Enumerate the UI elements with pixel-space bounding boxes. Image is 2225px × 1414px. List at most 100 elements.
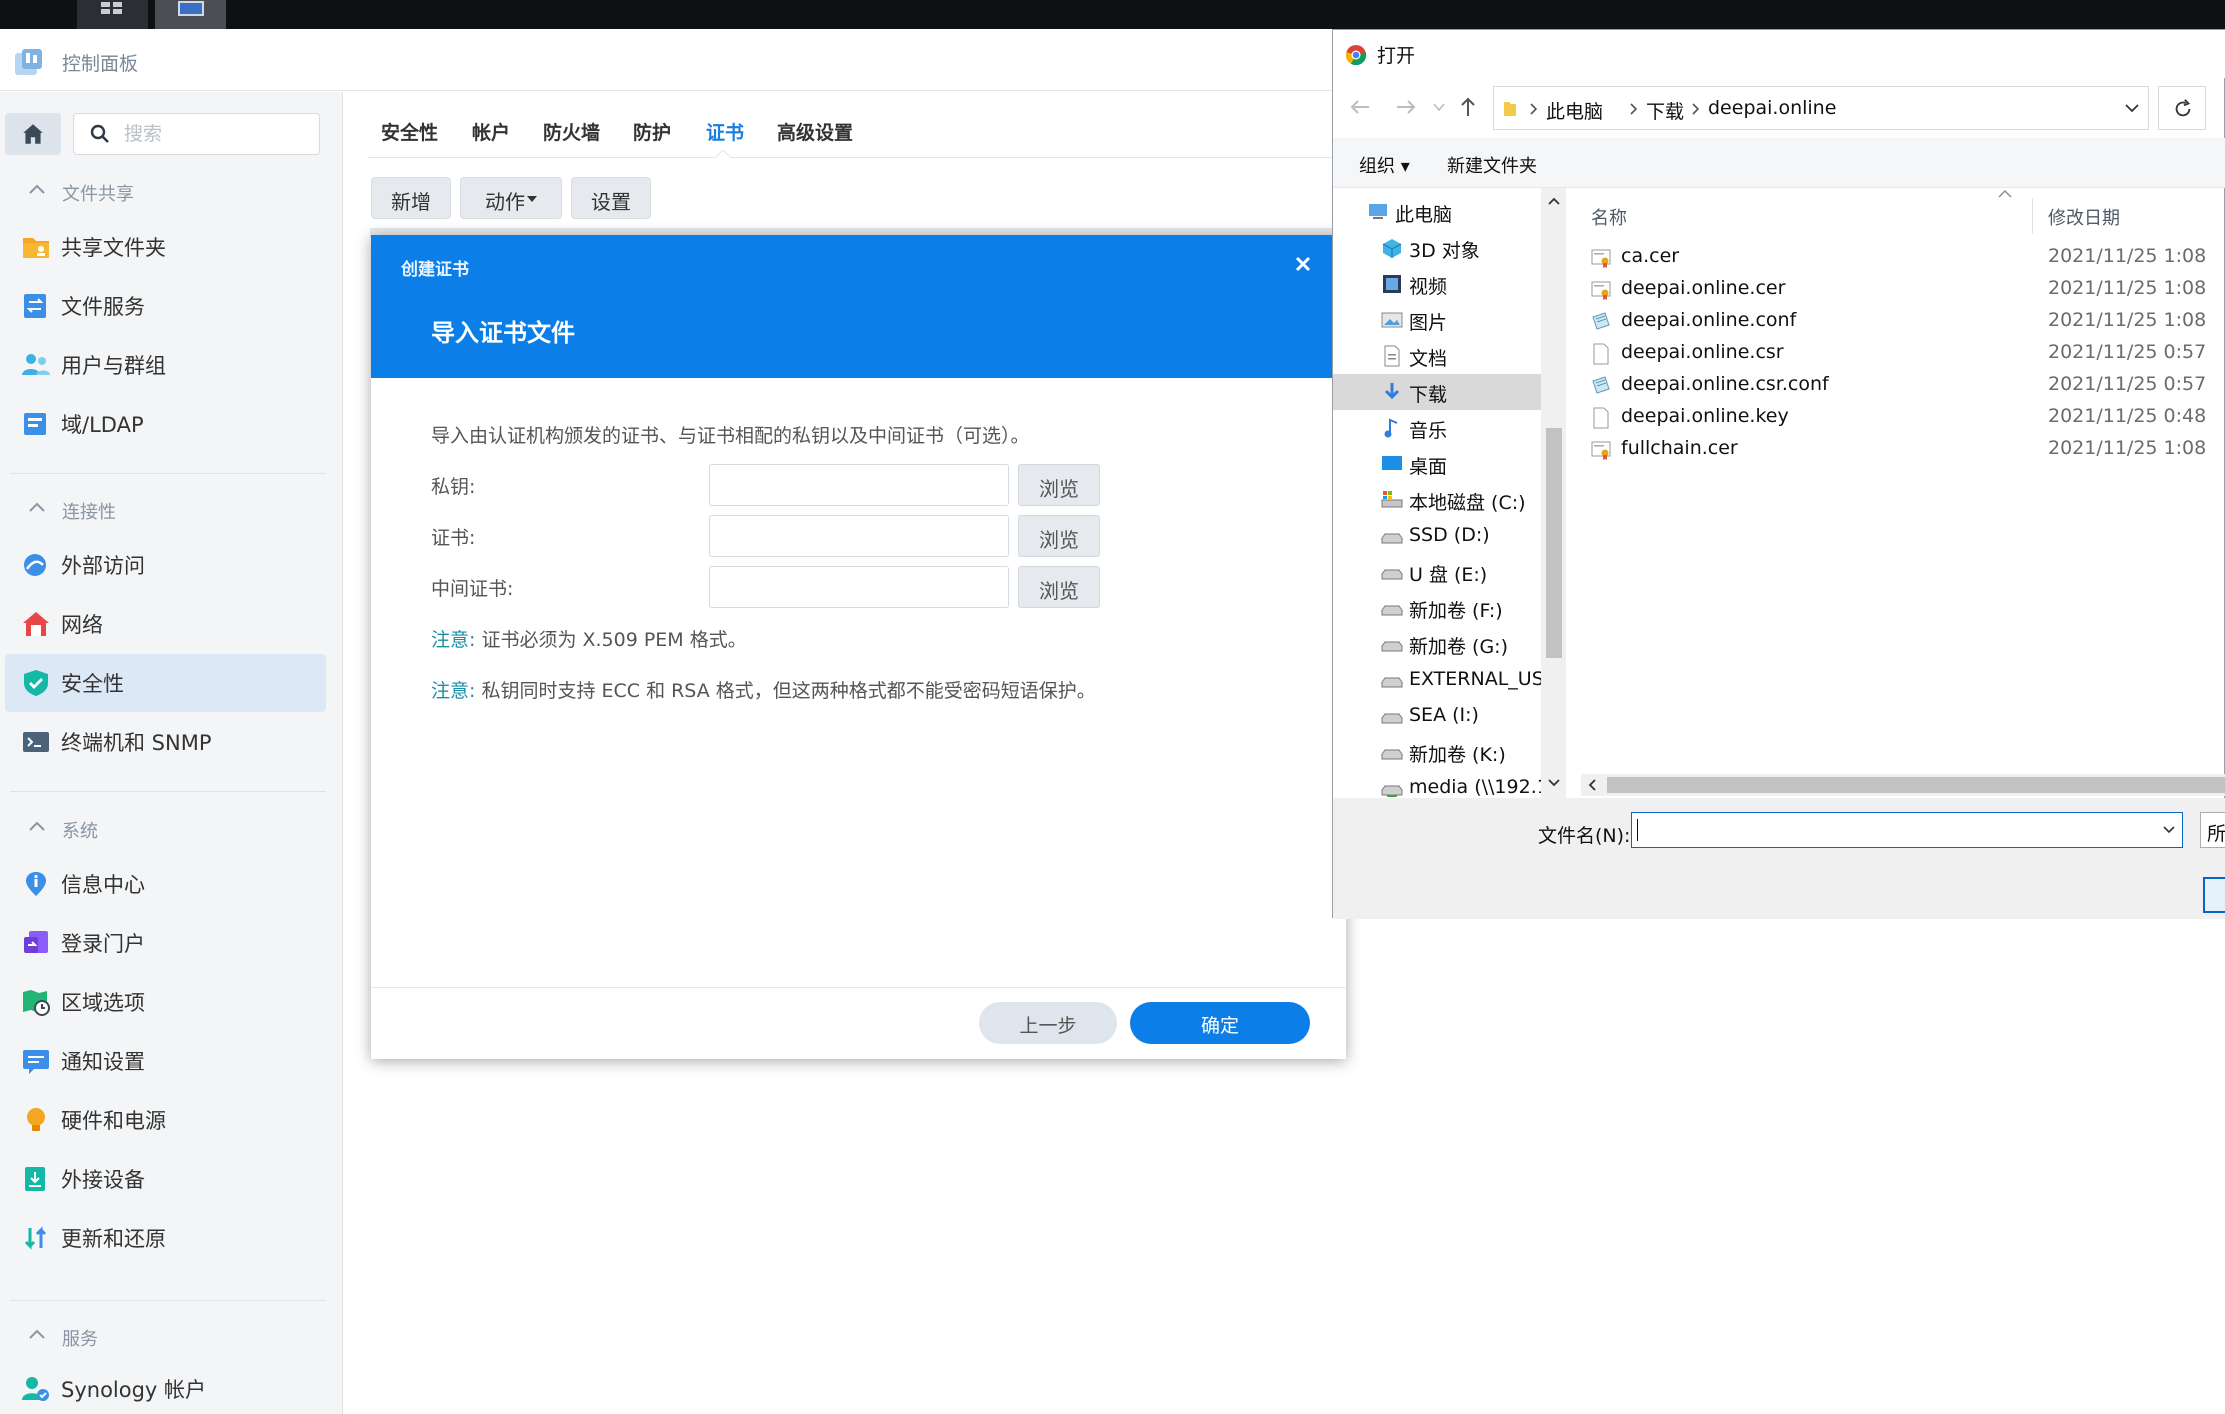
file-type-filter[interactable]: 所 (2200, 812, 2225, 848)
tab-protection[interactable]: 防护 (633, 118, 671, 145)
search-input[interactable] (124, 122, 304, 146)
action-dropdown-button[interactable]: 动作 (460, 177, 562, 219)
create-certificate-dialog: 创建证书 导入证书文件 导入由认证机构颁发的证书、与证书相配的私钥以及中间证书（… (371, 235, 1346, 1059)
breadcrumb-downloads[interactable]: 下载 (1646, 97, 1684, 124)
sidebar-item-hardware-power[interactable]: 硬件和电源 (5, 1091, 326, 1149)
tree-item[interactable]: media (\\192.16 (1333, 770, 1541, 798)
tab-certificate[interactable]: 证书 (706, 118, 744, 145)
tab-security[interactable]: 安全性 (381, 118, 438, 145)
private-key-browse-button[interactable]: 浏览 (1018, 464, 1100, 506)
scroll-down-icon[interactable] (1547, 778, 1561, 788)
sidebar-item-external-devices[interactable]: 外接设备 (5, 1150, 326, 1208)
recent-locations-chevron-icon[interactable] (1433, 102, 1445, 112)
tab-account[interactable]: 帐户 (472, 118, 510, 145)
tree-item[interactable]: 新加卷 (F:) (1333, 590, 1541, 626)
scroll-thumb[interactable] (1607, 777, 2225, 793)
app-switcher-button[interactable] (77, 0, 148, 29)
sidebar-item-synology-account[interactable]: Synology 帐户 (5, 1360, 326, 1414)
section-header-system[interactable]: 系统 (0, 811, 343, 851)
breadcrumb-this-pc[interactable]: 此电脑 (1546, 97, 1603, 124)
tab-advanced[interactable]: 高级设置 (777, 118, 853, 145)
chrome-icon (1345, 45, 1367, 66)
tree-item[interactable]: U 盘 (E:) (1333, 554, 1541, 590)
tree-item[interactable]: SSD (D:) (1333, 518, 1541, 554)
tree-item[interactable]: 视频 (1333, 266, 1541, 302)
tree-item-selected[interactable]: 下载 (1333, 374, 1541, 410)
file-row[interactable]: deepai.online.csr 2021/11/25 0:57 (1585, 337, 2225, 369)
tree-item[interactable]: 此电脑 (1333, 194, 1541, 230)
address-bar[interactable]: 此电脑 下载 deepai.online (1493, 86, 2149, 130)
taskbar-top (0, 0, 2225, 29)
tree-item[interactable]: 桌面 (1333, 446, 1541, 482)
private-key-input[interactable] (709, 464, 1009, 506)
sidebar-item-shared-folder[interactable]: 共享文件夹 (5, 218, 326, 276)
tree-item[interactable]: SEA (I:) (1333, 698, 1541, 734)
file-list-horizontal-scrollbar[interactable] (1581, 774, 2225, 796)
tree-item[interactable]: 图片 (1333, 302, 1541, 338)
drive-icon (1381, 533, 1403, 544)
column-separator[interactable] (2032, 198, 2033, 234)
file-row[interactable]: deepai.online.cer 2021/11/25 1:08 (1585, 273, 2225, 305)
tree-item[interactable]: 音乐 (1333, 410, 1541, 446)
address-dropdown-icon[interactable] (2124, 102, 2140, 114)
file-row[interactable]: fullchain.cer 2021/11/25 1:08 (1585, 433, 2225, 465)
tree-item[interactable]: 新加卷 (G:) (1333, 626, 1541, 662)
home-button[interactable] (5, 113, 61, 155)
sidebar-item-info-center[interactable]: 信息中心 (5, 855, 326, 913)
close-icon[interactable] (1291, 252, 1315, 276)
certificate-browse-button[interactable]: 浏览 (1018, 515, 1100, 557)
file-row[interactable]: ca.cer 2021/11/25 1:08 (1585, 241, 2225, 273)
intermediate-certificate-input[interactable] (709, 566, 1009, 608)
sidebar-item-login-portal[interactable]: 登录门户 (5, 914, 326, 972)
filename-input[interactable] (1631, 812, 2183, 848)
column-name[interactable]: 名称 (1591, 204, 1627, 230)
intermediate-certificate-browse-button[interactable]: 浏览 (1018, 566, 1100, 608)
section-header-services[interactable]: 服务 (0, 1319, 343, 1359)
section-header-file-sharing[interactable]: 文件共享 (0, 174, 343, 214)
scroll-thumb[interactable] (1546, 428, 1562, 658)
ok-button[interactable]: 确定 (1130, 1002, 1310, 1044)
tree-item[interactable]: EXTERNAL_USB (1333, 662, 1541, 698)
section-header-connectivity[interactable]: 连接性 (0, 492, 343, 532)
filename-dropdown-icon[interactable] (2162, 825, 2176, 835)
tree-item[interactable]: 文档 (1333, 338, 1541, 374)
sidebar-item-terminal-snmp[interactable]: 终端机和 SNMP (5, 713, 326, 771)
file-row[interactable]: deepai.online.key 2021/11/25 0:48 (1585, 401, 2225, 433)
tree-item[interactable]: 本地磁盘 (C:) (1333, 482, 1541, 518)
sidebar-item-network[interactable]: 网络 (5, 595, 326, 653)
sidebar-item-external-access[interactable]: 外部访问 (5, 536, 326, 594)
tree-item[interactable]: 3D 对象 (1333, 230, 1541, 266)
sidebar-item-file-services[interactable]: 文件服务 (5, 277, 326, 335)
sidebar-item-regional-options[interactable]: 区域选项 (5, 973, 326, 1031)
file-row[interactable]: deepai.online.csr.conf 2021/11/25 0:57 (1585, 369, 2225, 401)
control-panel-taskbar-button[interactable] (155, 0, 226, 29)
scroll-up-icon[interactable] (1547, 196, 1561, 206)
new-folder-button[interactable]: 新建文件夹 (1447, 152, 1537, 178)
certificate-input[interactable] (709, 515, 1009, 557)
up-arrow-icon[interactable] (1455, 94, 1481, 120)
organize-menu[interactable]: 组织 ▾ (1359, 152, 1410, 178)
column-modified[interactable]: 修改日期 (2048, 204, 2120, 230)
tree-scrollbar[interactable] (1541, 188, 1566, 798)
sidebar-item-notification-settings[interactable]: 通知设置 (5, 1032, 326, 1090)
back-arrow-icon[interactable] (1347, 94, 1373, 120)
documents-icon (1384, 345, 1400, 367)
sidebar-item-users-groups[interactable]: 用户与群组 (5, 336, 326, 394)
back-button[interactable]: 上一步 (979, 1002, 1117, 1044)
file-row[interactable]: deepai.online.conf 2021/11/25 1:08 (1585, 305, 2225, 337)
sidebar-item-domain-ldap[interactable]: 域/LDAP (5, 395, 326, 453)
pc-icon (1369, 204, 1387, 219)
tree-item[interactable]: 新加卷 (K:) (1333, 734, 1541, 770)
forward-arrow-icon[interactable] (1393, 94, 1419, 120)
search-box[interactable] (73, 113, 320, 155)
scroll-left-icon[interactable] (1587, 779, 1597, 791)
sidebar-item-security[interactable]: 安全性 (5, 654, 326, 712)
breadcrumb-deepai-online[interactable]: deepai.online (1708, 97, 1836, 119)
tab-firewall[interactable]: 防火墙 (543, 118, 600, 145)
settings-button[interactable]: 设置 (571, 177, 651, 219)
add-button[interactable]: 新增 (371, 177, 451, 219)
open-button[interactable] (2203, 877, 2225, 913)
sidebar-item-update-restore[interactable]: 更新和还原 (5, 1209, 326, 1267)
config-file-icon (1592, 312, 1610, 330)
refresh-button[interactable] (2158, 86, 2206, 130)
